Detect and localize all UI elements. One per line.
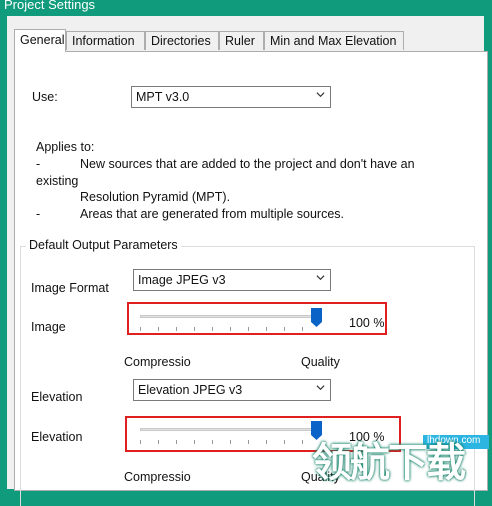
tab-ruler[interactable]: Ruler [219,31,264,50]
bullet-1-text: New sources that are added to the projec… [80,157,415,171]
bullet-1-text-cont: Resolution Pyramid (MPT). [80,190,231,204]
window-title: Project Settings [4,0,96,12]
image-format-dropdown[interactable]: Image JPEG v3 [133,269,331,291]
elevation-quality-track[interactable] [140,428,320,431]
use-dropdown[interactable]: MPT v3.0 [131,86,331,108]
applies-to-label: Applies to: [36,140,95,154]
bullet-dash-2: - [36,207,41,221]
watermark-brand: 领航下载 [312,440,466,486]
tab-general[interactable]: General [14,29,66,52]
use-dropdown-value: MPT v3.0 [136,90,190,104]
chevron-down-icon [316,385,325,391]
image-quality-ticks [140,327,320,331]
image-format-label: Image Format [31,281,109,295]
tab-min-max-elevation[interactable]: Min and Max Elevation [264,31,404,50]
quality-label: Quality [301,355,340,369]
bullet-dash-1: - [36,157,41,171]
image-quality-value: 100 % [349,316,385,330]
compression-label: Compressio [124,355,191,369]
bullet-2-text: Areas that are generated from multiple s… [80,207,345,221]
tab-information[interactable]: Information [66,31,145,50]
elevation-quality-ticks [140,440,320,444]
use-label: Use: [32,90,58,104]
group-title: Default Output Parameters [26,238,181,252]
elevation-format-dropdown[interactable]: Elevation JPEG v3 [133,379,331,401]
elevation-quality-label: Elevation [31,430,83,444]
chevron-down-icon [316,275,325,281]
compression-label-2: Compressio [124,470,191,484]
elevation-format-label: Elevation [31,390,83,404]
image-format-value: Image JPEG v3 [138,273,226,287]
elevation-format-value: Elevation JPEG v3 [138,383,243,397]
tab-directories[interactable]: Directories [145,31,219,50]
chevron-down-icon [316,92,325,98]
slider-thumb-icon[interactable] [311,308,322,327]
image-quality-track[interactable] [140,315,320,318]
bullet-1-text-wrap: existing [36,174,79,188]
image-quality-label: Image [31,320,66,334]
tab-strip: General Information Directories Ruler Mi… [14,29,474,52]
